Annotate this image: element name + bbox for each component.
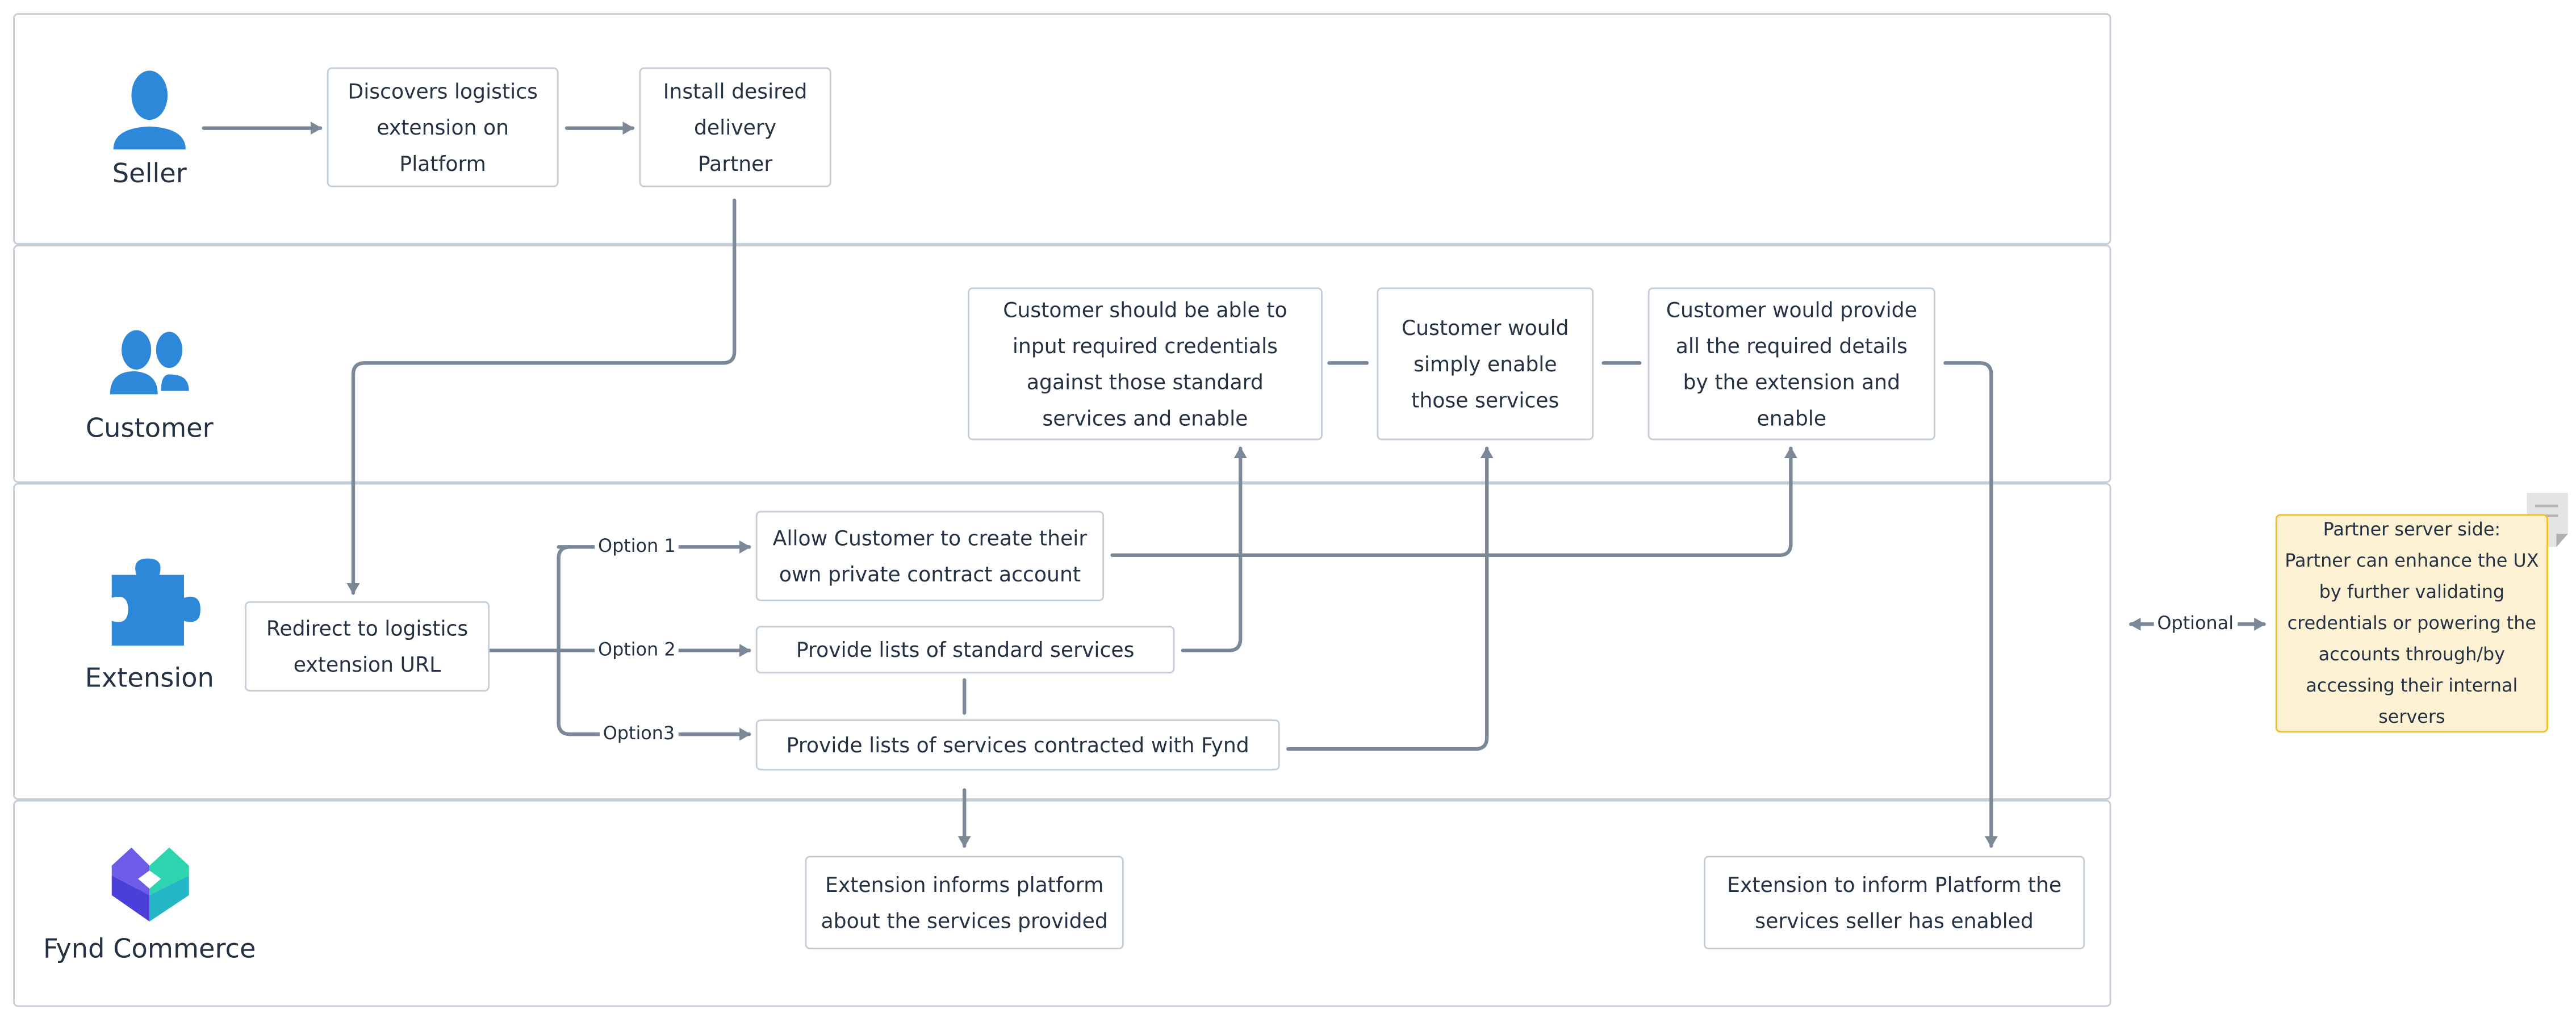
box-informs-platform: Extension informs platform about the ser…: [805, 856, 1124, 950]
arrow-install-to-redirect: [346, 198, 737, 595]
people-icon: [110, 330, 189, 395]
puzzle-icon: [111, 558, 200, 646]
lane-label-seller: Seller: [112, 157, 187, 189]
arrow-standard-to-credentials: [1181, 446, 1247, 652]
lane-label-fynd-commerce: Fynd Commerce: [43, 933, 256, 965]
note-partner-server: Partner server side: Partner can enhance…: [2275, 514, 2549, 733]
box-inform-enabled: Extension to inform Platform the service…: [1704, 856, 2085, 950]
fynd-logo: [111, 847, 189, 922]
box-provide-details: Customer would provide all the required …: [1647, 287, 1935, 441]
box-contracted-services: Provide lists of services contracted wit…: [755, 719, 1280, 770]
box-install: Install desired delivery Partner: [639, 67, 831, 187]
box-redirect: Redirect to logistics extension URL: [245, 601, 490, 692]
box-standard-services: Provide lists of standard services: [755, 626, 1175, 674]
label-option2: Option 2: [595, 639, 679, 662]
label-option1: Option 1: [595, 535, 679, 559]
person-icon: [113, 70, 186, 150]
label-option3: Option3: [599, 722, 678, 746]
connector-redirect-branch: [487, 545, 572, 736]
arrow-provide-to-inform: [1943, 361, 1998, 848]
lane-label-customer: Customer: [85, 412, 214, 444]
box-discovers: Discovers logistics extension on Platfor…: [327, 67, 559, 187]
box-simply-enable: Customer would simply enable those servi…: [1377, 287, 1594, 441]
diagram: Seller Customer Extension Fynd Commerce …: [0, 0, 2576, 1021]
arrow-allow-to-provide: [1110, 446, 1797, 558]
box-allow-account: Allow Customer to create their own priva…: [755, 510, 1105, 601]
arrow-contracted-to-simply: [1286, 446, 1494, 751]
box-credentials: Customer should be able to input require…: [967, 287, 1323, 441]
label-optional: Optional: [2153, 613, 2237, 636]
